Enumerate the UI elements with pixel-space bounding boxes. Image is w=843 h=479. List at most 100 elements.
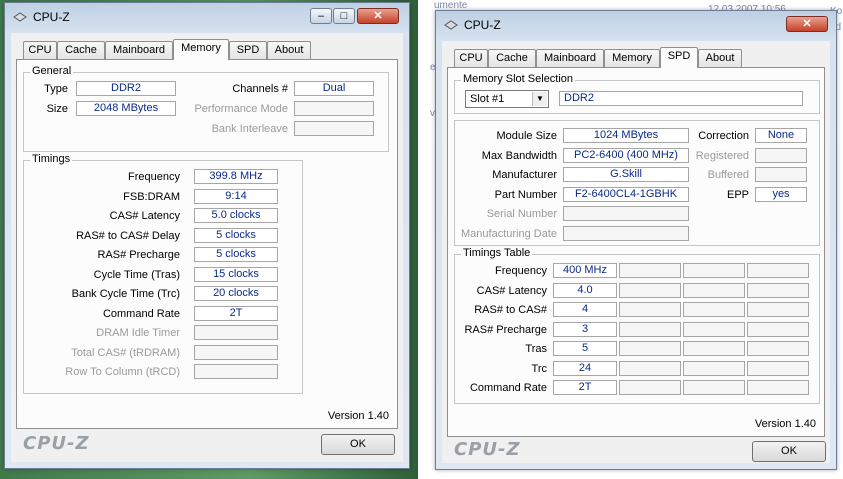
spd-frequency-value: 400 MHz [553,263,617,278]
manufacturer-value: G.Skill [563,167,689,182]
tab-spd[interactable]: SPD [660,47,698,68]
frequency-label: Frequency [128,171,180,183]
timing-cell-empty [683,283,745,298]
minimize-icon: – [317,10,325,22]
manufacturing-date-value [563,226,689,241]
spd-tras-value: 5 [553,341,617,356]
channels-label: Channels # [232,83,288,95]
timings-table-group: Timings Table Frequency 400 MHz CAS# Lat… [454,247,820,404]
memory-panel: General Type DDR2 Size 2048 MBytes Chann… [16,59,398,429]
cpuz-window-memory: CPU-Z – □ ✕ CPU Cache Mainboard Memory S… [4,2,410,469]
cycle-time-value: 15 clocks [194,267,278,282]
minimize-button[interactable]: – [310,8,332,24]
cpuz-window-spd: CPU-Z ✕ CPU Cache Mainboard Memory SPD A… [435,10,837,470]
cycle-time-label: Cycle Time (Tras) [93,269,180,281]
channels-value: Dual [294,81,374,96]
tab-memory[interactable]: Memory [173,39,229,60]
spd-command-rate-label: Command Rate [469,382,547,394]
ras-precharge-label: RAS# Precharge [97,249,180,261]
tab-cache[interactable]: Cache [57,41,105,59]
size-value: 2048 MBytes [76,101,176,116]
slot-select[interactable]: Slot #1 ▼ [465,90,549,108]
title-bar[interactable]: CPU-Z ✕ [436,11,836,39]
performance-mode-label: Performance Mode [194,103,288,115]
tab-cpu[interactable]: CPU [23,41,57,59]
size-label: Size [46,103,68,115]
cas-latency-label: CAS# Latency [109,210,180,222]
ok-button[interactable]: OK [752,441,826,462]
window-title: CPU-Z [464,18,501,32]
timing-cell-empty [683,380,745,395]
version-label: Version 1.40 [754,418,816,430]
timing-cell-empty [619,322,681,337]
timing-cell-empty [747,263,809,278]
ras-to-cas-value: 5 clocks [194,228,278,243]
title-bar[interactable]: CPU-Z – □ ✕ [5,3,409,31]
close-button[interactable]: ✕ [786,16,828,32]
tab-about[interactable]: About [267,41,311,59]
slot-select-value: Slot #1 [470,93,505,105]
tab-memory[interactable]: Memory [604,49,660,67]
serial-number-value [563,206,689,221]
ok-button[interactable]: OK [321,434,395,455]
maximize-button[interactable]: □ [333,8,355,24]
type-label: Type [44,83,68,95]
spd-trc-label: Trc [531,363,547,375]
tab-spd[interactable]: SPD [229,41,267,59]
tab-mainboard[interactable]: Mainboard [105,41,173,59]
cas-latency-value: 5.0 clocks [194,208,278,223]
max-bandwidth-value: PC2-6400 (400 MHz) [563,148,689,163]
spd-ras-to-cas-label: RAS# to CAS# [474,304,547,316]
timing-cell-empty [683,263,745,278]
timing-cell-empty [747,283,809,298]
timings-table-title: Timings Table [461,247,533,259]
dram-idle-timer-value [194,325,278,340]
bank-interleave-value [294,121,374,136]
timing-cell-empty [619,361,681,376]
slot-type-value: DDR2 [559,91,803,106]
tab-about[interactable]: About [698,49,742,67]
correction-value: None [755,128,807,143]
ras-to-cas-label: RAS# to CAS# Delay [76,230,180,242]
epp-label: EPP [726,189,749,201]
command-rate-label: Command Rate [102,308,180,320]
timing-cell-empty [683,302,745,317]
total-cas-value [194,345,278,360]
row-to-column-label: Row To Column (tRCD) [65,366,180,378]
close-icon: ✕ [373,10,383,22]
cpuz-app-icon [444,20,458,30]
window-client: CPU Cache Mainboard Memory SPD About Mem… [442,41,830,463]
close-button[interactable]: ✕ [357,8,399,24]
part-number-label: Part Number [494,189,557,201]
registered-label: Registered [695,150,749,162]
slot-selection-group: Memory Slot Selection Slot #1 ▼ DDR2 [454,73,820,114]
cpuz-brand-logo: CPU-Z [23,433,90,454]
command-rate-value: 2T [194,306,278,321]
fsb-dram-label: FSB:DRAM [123,191,180,203]
cpuz-brand-logo: CPU-Z [454,439,521,460]
spd-ras-precharge-value: 3 [553,322,617,337]
timing-cell-empty [619,283,681,298]
tab-mainboard[interactable]: Mainboard [536,49,604,67]
tab-cache[interactable]: Cache [488,49,536,67]
timing-cell-empty [747,380,809,395]
window-title: CPU-Z [33,10,70,24]
timing-cell-empty [747,341,809,356]
buffered-label: Buffered [707,169,749,181]
correction-label: Correction [698,130,749,142]
frequency-value: 399.8 MHz [194,169,278,184]
spd-trc-value: 24 [553,361,617,376]
timings-group-title: Timings [30,153,73,165]
timing-cell-empty [619,302,681,317]
type-value: DDR2 [76,81,176,96]
module-info-group: Module Size 1024 MBytes Max Bandwidth PC… [454,120,820,246]
registered-value [755,148,807,163]
bank-interleave-label: Bank Interleave [211,123,288,135]
ras-precharge-value: 5 clocks [194,247,278,262]
version-label: Version 1.40 [327,410,389,422]
bank-cycle-time-value: 20 clocks [194,286,278,301]
part-number-value: F2-6400CL4-1GBHK [563,187,689,202]
tab-cpu[interactable]: CPU [454,49,488,67]
spd-panel: Memory Slot Selection Slot #1 ▼ DDR2 Mod… [447,67,825,437]
cpuz-app-icon [13,12,27,22]
